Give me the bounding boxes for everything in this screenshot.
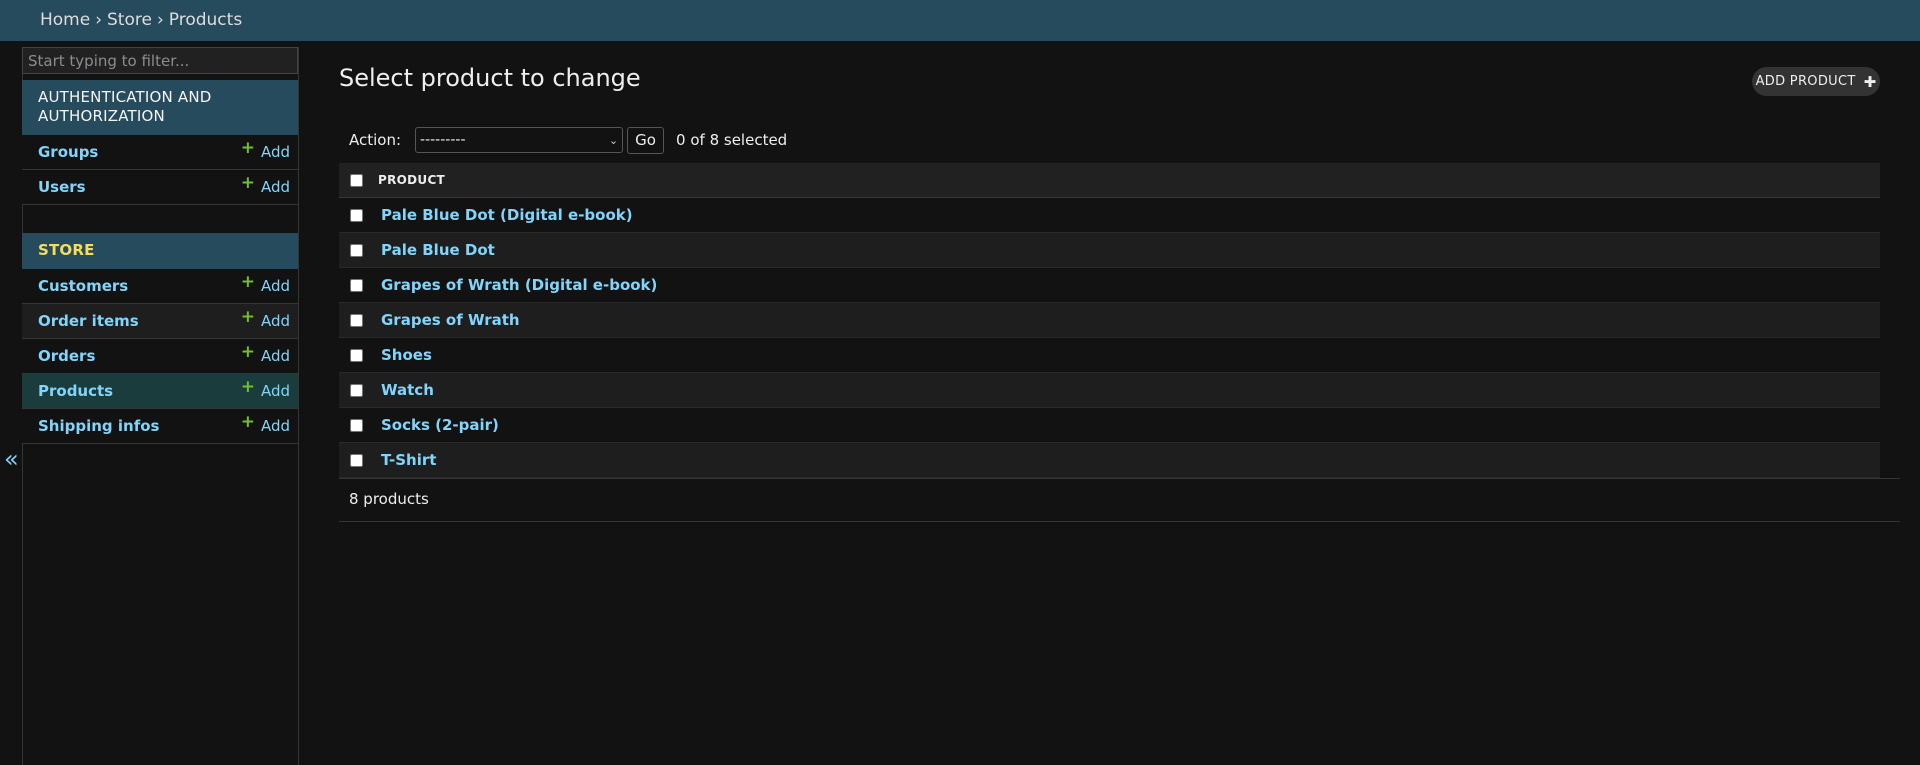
- sidebar-item-users: Users + Add: [22, 170, 298, 205]
- result-table: PRODUCT Pale Blue Dot (Digital e-book) P…: [339, 163, 1880, 478]
- table-divider: [339, 478, 1900, 479]
- add-groups-link[interactable]: + Add: [240, 138, 290, 162]
- table-row: Pale Blue Dot: [339, 233, 1880, 268]
- plus-icon: ✚: [1863, 72, 1877, 91]
- table-row: T-Shirt: [339, 443, 1880, 478]
- column-header-product[interactable]: PRODUCT: [378, 173, 445, 187]
- nav-filter-input[interactable]: [22, 47, 298, 74]
- page-title: Select product to change: [339, 64, 641, 92]
- sidebar-item-shipping-infos-link[interactable]: Shipping infos: [38, 417, 159, 435]
- table-header: PRODUCT: [339, 163, 1880, 198]
- action-select-value: ---------: [420, 132, 466, 148]
- sidebar-item-order-items-link[interactable]: Order items: [38, 312, 139, 330]
- product-link[interactable]: Grapes of Wrath (Digital e-book): [381, 276, 657, 294]
- module-caption-auth[interactable]: AUTHENTICATION AND AUTHORIZATION: [22, 80, 298, 135]
- sidebar-item-groups-link[interactable]: Groups: [38, 143, 98, 161]
- add-label: Add: [260, 277, 290, 295]
- add-label: Add: [260, 178, 290, 196]
- table-row: Pale Blue Dot (Digital e-book): [339, 198, 1880, 233]
- table-row: Socks (2-pair): [339, 408, 1880, 443]
- breadcrumb: Home › Store › Products: [0, 0, 1920, 41]
- add-label: Add: [260, 382, 290, 400]
- add-product-label: ADD PRODUCT: [1755, 74, 1856, 89]
- sidebar-item-users-link[interactable]: Users: [38, 178, 86, 196]
- paginator: 8 products: [349, 490, 429, 508]
- row-checkbox[interactable]: [350, 208, 363, 222]
- actions-bar: Action: --------- ⌄ Go 0 of 8 selected: [349, 126, 787, 154]
- plus-icon: +: [240, 412, 255, 432]
- action-select[interactable]: --------- ⌄: [415, 127, 624, 153]
- row-checkbox[interactable]: [350, 348, 363, 362]
- sidebar-item-order-items: Order items + Add: [22, 304, 298, 339]
- product-link[interactable]: Watch: [381, 381, 434, 399]
- sidebar-item-customers-link[interactable]: Customers: [38, 277, 128, 295]
- product-link[interactable]: Pale Blue Dot (Digital e-book): [381, 206, 633, 224]
- go-button[interactable]: Go: [627, 126, 665, 154]
- plus-icon: +: [240, 307, 255, 327]
- plus-icon: +: [240, 138, 255, 158]
- table-row: Shoes: [339, 338, 1880, 373]
- product-link[interactable]: Pale Blue Dot: [381, 241, 495, 259]
- row-checkbox[interactable]: [350, 313, 363, 327]
- plus-icon: +: [240, 342, 255, 362]
- collapse-sidebar-icon[interactable]: «: [4, 447, 19, 471]
- module-caption-store[interactable]: STORE: [22, 233, 298, 269]
- row-checkbox[interactable]: [350, 243, 363, 257]
- add-label: Add: [260, 143, 290, 161]
- add-orders-link[interactable]: + Add: [240, 342, 290, 366]
- row-checkbox[interactable]: [350, 383, 363, 397]
- sidebar-item-customers: Customers + Add: [22, 269, 298, 304]
- action-label: Action:: [349, 131, 402, 149]
- sidebar-item-products: Products + Add: [22, 374, 298, 409]
- breadcrumb-home-link[interactable]: Home: [40, 10, 90, 30]
- add-order-items-link[interactable]: + Add: [240, 307, 290, 331]
- sidebar-item-orders-link[interactable]: Orders: [38, 347, 95, 365]
- row-checkbox[interactable]: [350, 453, 363, 467]
- plus-icon: +: [240, 173, 255, 193]
- breadcrumb-separator: ›: [156, 10, 164, 30]
- sidebar-item-orders: Orders + Add: [22, 339, 298, 374]
- table-row: Grapes of Wrath (Digital e-book): [339, 268, 1880, 303]
- add-customers-link[interactable]: + Add: [240, 272, 290, 296]
- sidebar-item-products-link[interactable]: Products: [38, 382, 113, 400]
- add-label: Add: [260, 417, 290, 435]
- product-link[interactable]: Shoes: [381, 346, 432, 364]
- sidebar-item-groups: Groups + Add: [22, 135, 298, 170]
- breadcrumb-store-link[interactable]: Store: [107, 10, 152, 30]
- product-link[interactable]: T-Shirt: [381, 451, 436, 469]
- plus-icon: +: [240, 377, 255, 397]
- table-row: Grapes of Wrath: [339, 303, 1880, 338]
- add-users-link[interactable]: + Add: [240, 173, 290, 197]
- paginator-divider: [339, 521, 1900, 522]
- add-label: Add: [260, 312, 290, 330]
- chevron-down-icon: ⌄: [608, 133, 619, 147]
- add-shipping-infos-link[interactable]: + Add: [240, 412, 290, 436]
- add-product-button[interactable]: ADD PRODUCT ✚: [1752, 67, 1880, 96]
- add-label: Add: [260, 347, 290, 365]
- row-checkbox[interactable]: [350, 418, 363, 432]
- product-link[interactable]: Grapes of Wrath: [381, 311, 520, 329]
- selection-counter: 0 of 8 selected: [676, 131, 788, 149]
- table-row: Watch: [339, 373, 1880, 408]
- product-link[interactable]: Socks (2-pair): [381, 416, 499, 434]
- sidebar-item-shipping-infos: Shipping infos + Add: [22, 409, 298, 444]
- breadcrumb-current: Products: [168, 10, 243, 30]
- row-checkbox[interactable]: [350, 278, 363, 292]
- sidebar: AUTHENTICATION AND AUTHORIZATION Groups …: [22, 47, 299, 765]
- select-all-checkbox[interactable]: [350, 173, 363, 187]
- breadcrumb-separator: ›: [95, 10, 103, 30]
- add-products-link[interactable]: + Add: [240, 377, 290, 401]
- main-content: Select product to change ADD PRODUCT ✚ A…: [339, 41, 1920, 765]
- plus-icon: +: [240, 272, 255, 292]
